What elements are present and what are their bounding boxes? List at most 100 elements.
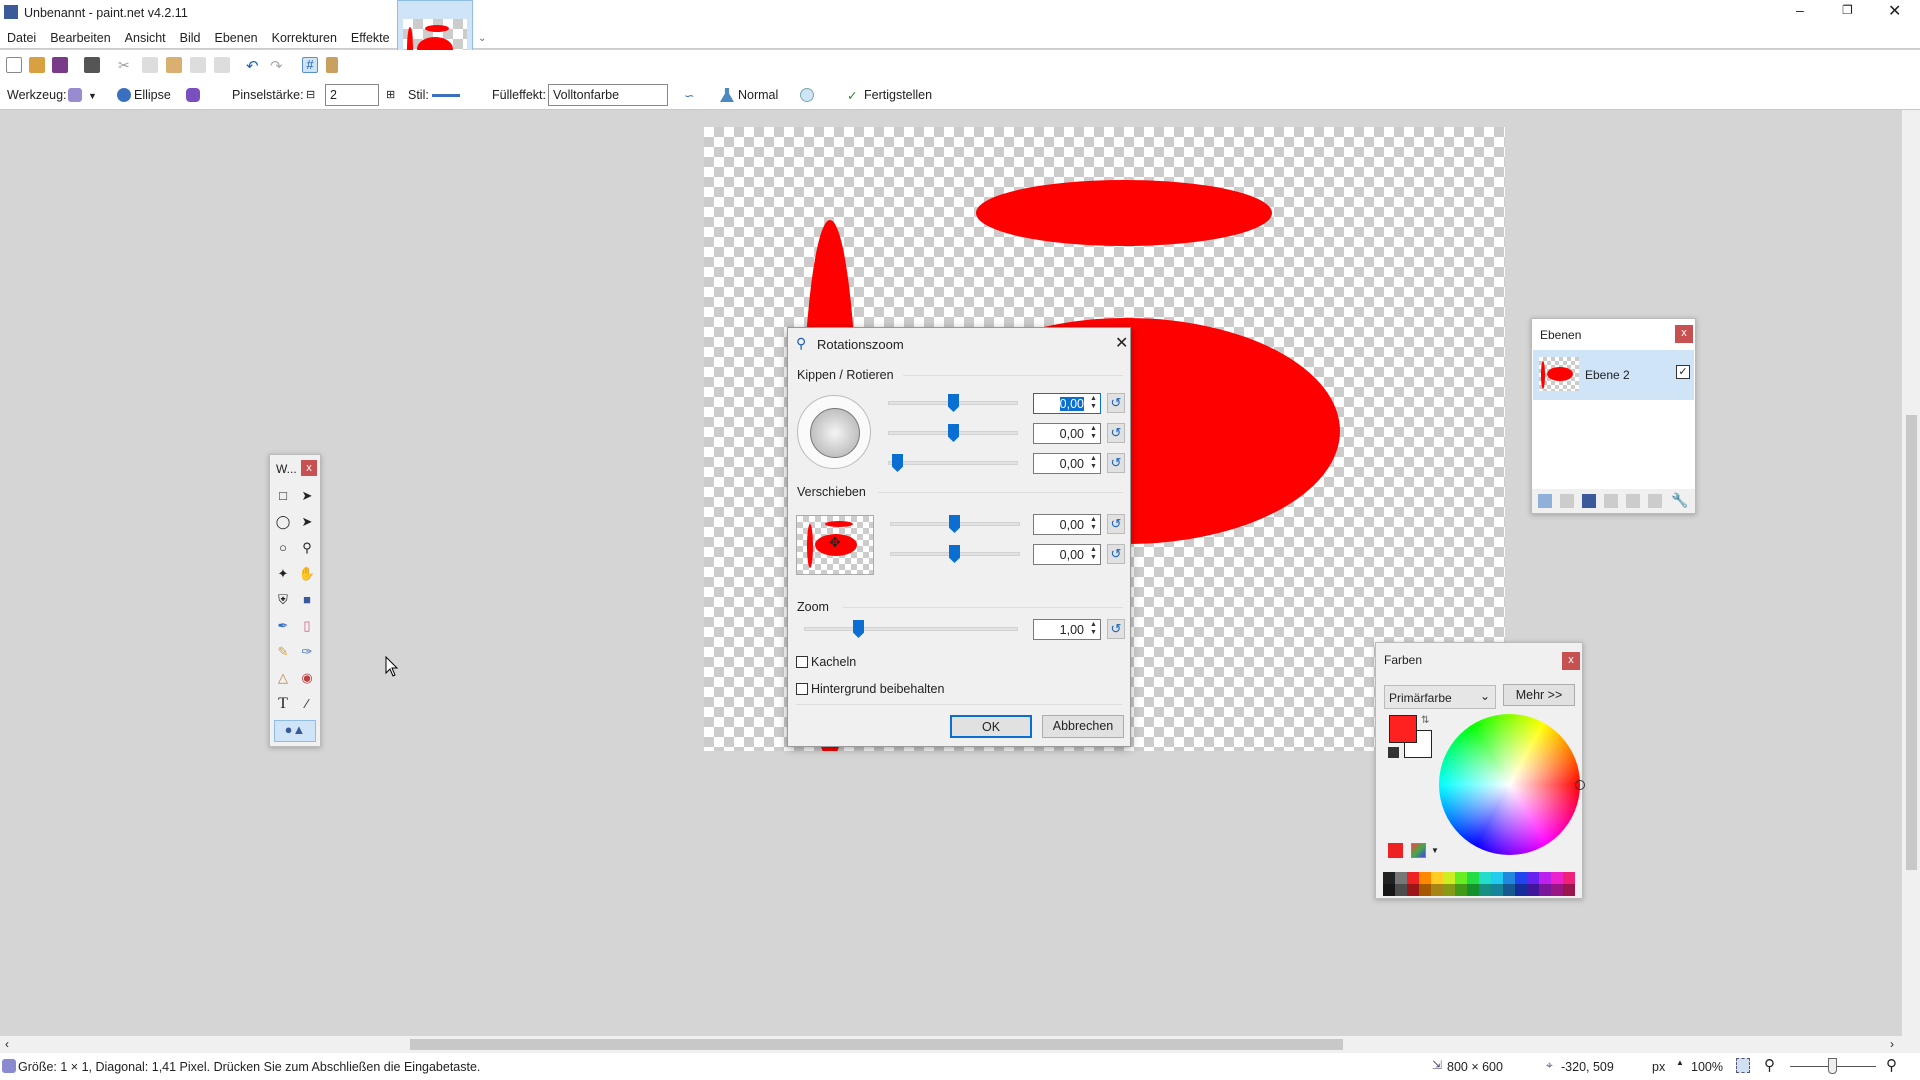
merge-layer-icon[interactable] bbox=[1604, 494, 1618, 508]
add-to-palette-icon[interactable] bbox=[1388, 843, 1403, 858]
palette-swatch[interactable] bbox=[1491, 884, 1503, 896]
decrease-width-icon[interactable]: ⊟ bbox=[306, 88, 315, 101]
palette-swatch[interactable] bbox=[1503, 884, 1515, 896]
shape-type-icon[interactable] bbox=[186, 88, 200, 102]
horizontal-scroll-thumb[interactable] bbox=[410, 1039, 1343, 1050]
swap-colors-icon[interactable]: ⇅ bbox=[1421, 715, 1429, 726]
shapes-icon[interactable]: ●▲ bbox=[274, 720, 316, 742]
move-selection-icon[interactable]: ➤ bbox=[298, 487, 316, 505]
palette-swatch[interactable] bbox=[1407, 872, 1419, 884]
palette-swatch[interactable] bbox=[1515, 872, 1527, 884]
print-icon[interactable] bbox=[84, 57, 100, 73]
palette-swatch[interactable] bbox=[1407, 884, 1419, 896]
eraser-icon[interactable]: ▯ bbox=[298, 617, 316, 635]
pencil-icon[interactable]: ✎ bbox=[274, 643, 292, 661]
palette-swatch[interactable] bbox=[1395, 872, 1407, 884]
palette-swatch[interactable] bbox=[1527, 884, 1539, 896]
color-palette[interactable] bbox=[1383, 872, 1576, 896]
palette-swatch[interactable] bbox=[1503, 872, 1515, 884]
keep-background-checkbox[interactable] bbox=[796, 683, 808, 695]
palette-swatch[interactable] bbox=[1467, 872, 1479, 884]
redo-icon[interactable]: ↷ bbox=[270, 57, 286, 75]
line-style-select[interactable] bbox=[432, 94, 460, 97]
move-layer-down-icon[interactable] bbox=[1648, 494, 1662, 508]
ruler-icon[interactable] bbox=[326, 57, 338, 73]
tab-dropdown-icon[interactable]: ⌄ bbox=[478, 33, 486, 44]
current-tool-icon[interactable] bbox=[68, 88, 82, 102]
delete-layer-icon[interactable] bbox=[1560, 494, 1574, 508]
palette-swatch[interactable] bbox=[1539, 872, 1551, 884]
line-curve-icon[interactable]: ∕ bbox=[298, 695, 316, 713]
tile-checkbox[interactable] bbox=[796, 656, 808, 668]
rectangle-select-icon[interactable]: □ bbox=[274, 487, 292, 505]
zoom-slider-thumb[interactable] bbox=[1828, 1058, 1837, 1074]
slider-thumb[interactable] bbox=[949, 545, 960, 563]
vertical-scrollbar[interactable] bbox=[1902, 110, 1920, 1053]
text-icon[interactable]: T bbox=[274, 695, 292, 713]
palette-swatch[interactable] bbox=[1455, 872, 1467, 884]
palette-swatch[interactable] bbox=[1479, 884, 1491, 896]
zoom-icon[interactable]: ⚲ bbox=[298, 539, 316, 557]
crop-icon[interactable] bbox=[190, 57, 206, 73]
magic-wand-icon[interactable]: ✦ bbox=[274, 565, 292, 583]
slider-thumb[interactable] bbox=[892, 454, 903, 472]
cancel-button[interactable]: Abbrechen bbox=[1042, 715, 1124, 738]
move-layer-up-icon[interactable] bbox=[1626, 494, 1640, 508]
palette-swatch[interactable] bbox=[1431, 884, 1443, 896]
palette-swatch[interactable] bbox=[1563, 872, 1575, 884]
paintbrush-icon[interactable]: ✒ bbox=[274, 617, 292, 635]
palette-swatch[interactable] bbox=[1563, 884, 1575, 896]
pan-icon[interactable]: ✋ bbox=[298, 565, 316, 583]
color-wheel-handle[interactable] bbox=[1575, 780, 1585, 790]
slider-thumb[interactable] bbox=[948, 424, 959, 442]
pan-input[interactable]: 0,00 ▲ ▼ bbox=[1033, 423, 1101, 444]
tilt-input[interactable]: 0,00 ▲ ▼ bbox=[1033, 453, 1101, 474]
cut-icon[interactable]: ✂ bbox=[118, 57, 134, 73]
layer-item[interactable]: Ebene 2 ✓ bbox=[1533, 350, 1694, 400]
palette-swatch[interactable] bbox=[1551, 884, 1563, 896]
menu-korrekturen[interactable]: Korrekturen bbox=[265, 27, 344, 45]
tools-close-button[interactable]: x bbox=[301, 460, 317, 476]
shape-select[interactable]: Ellipse bbox=[134, 88, 171, 102]
color-picker-icon[interactable]: ✑ bbox=[298, 643, 316, 661]
ellipse-select-icon[interactable]: ○ bbox=[274, 539, 292, 557]
palette-swatch[interactable] bbox=[1455, 884, 1467, 896]
reset-pan-button[interactable]: ↺ bbox=[1107, 423, 1125, 443]
menu-effekte[interactable]: Effekte bbox=[344, 27, 397, 45]
open-icon[interactable] bbox=[29, 57, 45, 73]
colors-close-button[interactable]: x bbox=[1562, 652, 1580, 670]
gradient-icon[interactable]: ■ bbox=[298, 591, 316, 609]
reset-colors-icon[interactable] bbox=[1388, 747, 1399, 758]
grid-icon[interactable]: # bbox=[302, 57, 318, 73]
save-icon[interactable] bbox=[52, 57, 68, 73]
pan-preview[interactable]: ✥ bbox=[796, 515, 874, 575]
angle-input[interactable]: 0,00 ▲ ▼ bbox=[1033, 393, 1101, 414]
slider-thumb[interactable] bbox=[949, 515, 960, 533]
palette-swatch[interactable] bbox=[1479, 872, 1491, 884]
pan-y-input[interactable]: 0,00 ▲ ▼ bbox=[1033, 544, 1101, 565]
dialog-close-button[interactable]: ✕ bbox=[1115, 333, 1128, 353]
palette-swatch[interactable] bbox=[1431, 872, 1443, 884]
palette-swatch[interactable] bbox=[1491, 872, 1503, 884]
zoom-slider[interactable] bbox=[804, 627, 1018, 631]
close-button[interactable]: ✕ bbox=[1888, 1, 1901, 21]
fill-select[interactable]: Volltonfarbe bbox=[548, 84, 668, 106]
deselect-icon[interactable] bbox=[214, 57, 230, 73]
menu-bearbeiten[interactable]: Bearbeiten bbox=[43, 27, 117, 45]
primary-color-swatch[interactable] bbox=[1389, 715, 1417, 743]
palette-swatch[interactable] bbox=[1515, 884, 1527, 896]
unit-dropdown-icon[interactable]: ▲ bbox=[1676, 1058, 1684, 1067]
undo-icon[interactable]: ↶ bbox=[246, 57, 262, 75]
palette-icon[interactable] bbox=[1411, 843, 1426, 858]
tool-dropdown-icon[interactable]: ▼ bbox=[88, 91, 97, 101]
palette-swatch[interactable] bbox=[1395, 884, 1407, 896]
layer-visibility-checkbox[interactable]: ✓ bbox=[1676, 365, 1690, 379]
restore-button[interactable]: ❐ bbox=[1842, 3, 1853, 17]
color-mode-select[interactable]: Primärfarbe ⌄ bbox=[1384, 685, 1496, 709]
paste-icon[interactable] bbox=[166, 57, 182, 73]
palette-swatch[interactable] bbox=[1383, 872, 1395, 884]
copy-icon[interactable] bbox=[142, 57, 158, 73]
reset-angle-button[interactable]: ↺ bbox=[1107, 393, 1125, 413]
palette-swatch[interactable] bbox=[1551, 872, 1563, 884]
new-icon[interactable] bbox=[6, 57, 22, 73]
